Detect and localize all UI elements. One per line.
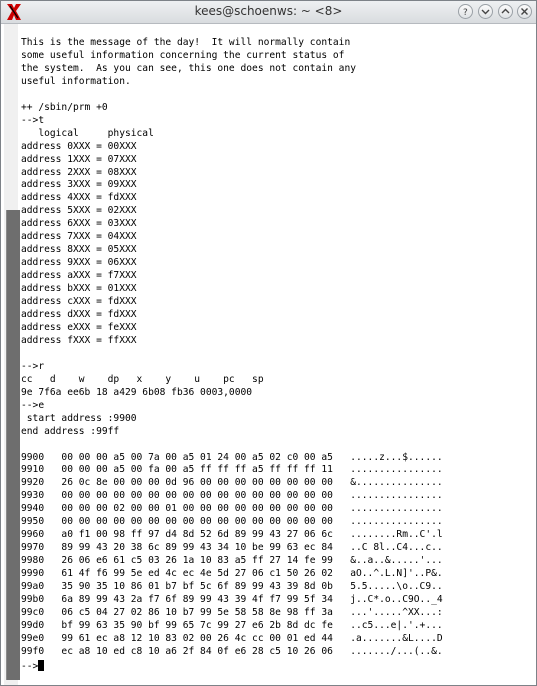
chevron-up-icon: [501, 8, 510, 14]
prompt: -->: [21, 661, 39, 672]
question-mark-icon: ?: [463, 8, 468, 16]
svg-text:?: ?: [463, 8, 468, 16]
scrollbar[interactable]: [4, 24, 20, 685]
close-icon: [521, 8, 528, 15]
maximize-button[interactable]: [498, 4, 513, 19]
terminal-output: This is the message of the day! It will …: [21, 37, 443, 657]
terminal-window: kees@schoenws: ~ <8> ? This is the messa…: [0, 0, 537, 686]
window-title: kees@schoenws: ~ <8>: [194, 4, 343, 18]
help-button[interactable]: ?: [458, 4, 473, 19]
close-button[interactable]: [517, 4, 532, 19]
title-bar[interactable]: kees@schoenws: ~ <8> ?: [1, 1, 536, 24]
minimize-button[interactable]: [478, 4, 493, 19]
terminal-area[interactable]: This is the message of the day! It will …: [1, 24, 536, 685]
prompt-line[interactable]: -->: [21, 660, 45, 673]
scrollbar-thumb[interactable]: [6, 210, 20, 680]
chevron-down-icon: [481, 9, 490, 15]
text-cursor: [38, 660, 45, 671]
